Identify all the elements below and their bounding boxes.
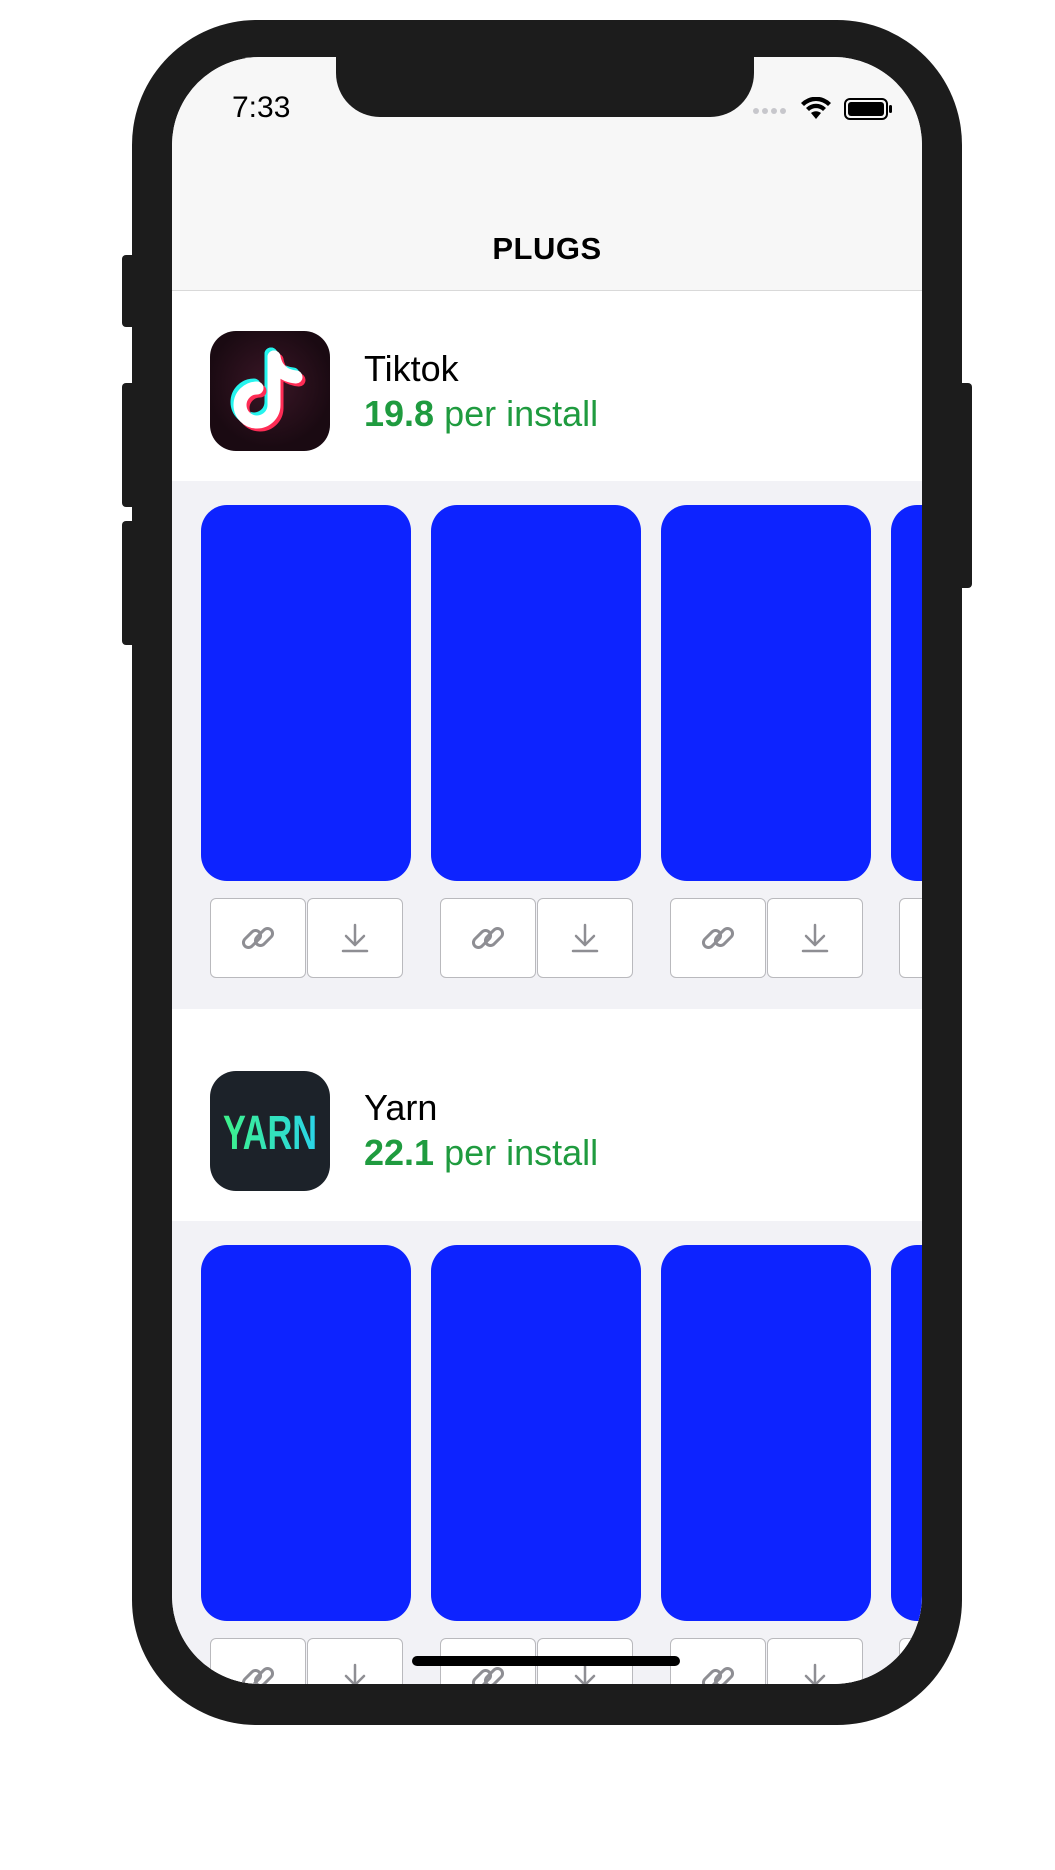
media-card[interactable] (201, 1245, 411, 1621)
install-rate: 22.1 per install (364, 1132, 598, 1174)
notch (336, 57, 754, 117)
media-card[interactable] (431, 505, 641, 881)
mute-switch (122, 255, 136, 327)
download-button[interactable] (767, 1638, 863, 1684)
copy-link-button[interactable] (670, 1638, 766, 1684)
rate-suffix: per install (434, 1132, 599, 1173)
link-icon (241, 926, 275, 950)
media-card[interactable] (891, 505, 922, 881)
download-icon (341, 923, 369, 953)
link-icon (241, 1666, 275, 1684)
battery-icon (844, 98, 892, 120)
download-button[interactable] (307, 898, 403, 978)
download-button[interactable] (767, 898, 863, 978)
link-icon (471, 926, 505, 950)
media-carousel-yarn[interactable] (172, 1221, 922, 1684)
media-card[interactable] (661, 505, 871, 881)
download-button[interactable] (307, 1638, 403, 1684)
media-card[interactable] (891, 1245, 922, 1621)
copy-link-button[interactable] (899, 1638, 922, 1684)
app-screen: 7:33 PLUGS Tiktok 19.8 per install YARN … (172, 57, 922, 1684)
status-icons (752, 93, 894, 125)
rate-suffix: per install (434, 393, 599, 434)
download-icon (571, 923, 599, 953)
app-header-yarn[interactable]: YARN Yarn 22.1 per install (172, 1009, 922, 1199)
app-name: Tiktok (364, 348, 459, 389)
download-icon (804, 1663, 826, 1684)
rate-value: 19.8 (364, 393, 435, 434)
status-time: 7:33 (232, 91, 291, 124)
copy-link-button[interactable] (440, 898, 536, 978)
download-icon (801, 923, 829, 953)
rate-value: 22.1 (364, 1132, 435, 1173)
copy-link-button[interactable] (210, 1638, 306, 1684)
media-card[interactable] (661, 1245, 871, 1621)
volume-up-button (122, 383, 136, 507)
copy-link-button[interactable] (670, 898, 766, 978)
tiktok-logo-icon (210, 331, 330, 451)
app-name: Yarn (364, 1087, 438, 1128)
wifi-icon (801, 97, 831, 119)
power-button (958, 383, 972, 588)
download-icon (344, 1663, 366, 1684)
media-card[interactable] (201, 505, 411, 881)
page-title: PLUGS (492, 231, 602, 266)
media-card[interactable] (431, 1245, 641, 1621)
app-header-tiktok[interactable]: Tiktok 19.8 per install (172, 291, 922, 481)
volume-down-button (122, 521, 136, 645)
copy-link-button[interactable] (899, 898, 922, 978)
yarn-logo-text: YARN (223, 1107, 317, 1160)
nav-bar: PLUGS (172, 153, 922, 291)
link-icon (701, 926, 735, 950)
download-button[interactable] (537, 898, 633, 978)
yarn-logo-icon: YARN (210, 1071, 330, 1191)
signal-icon (753, 108, 786, 114)
install-rate: 19.8 per install (364, 393, 598, 435)
home-indicator[interactable] (412, 1656, 680, 1666)
media-carousel-tiktok[interactable] (172, 481, 922, 1009)
copy-link-button[interactable] (210, 898, 306, 978)
link-icon (701, 1666, 735, 1684)
